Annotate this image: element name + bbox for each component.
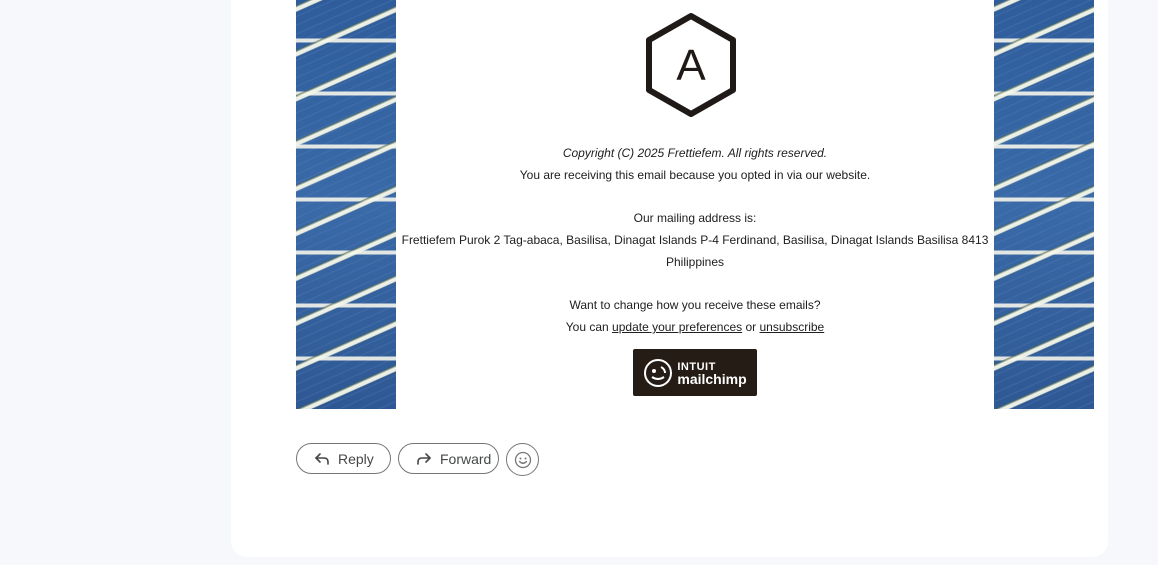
forward-button[interactable]: Forward xyxy=(398,443,499,474)
mailchimp-freddie-icon xyxy=(644,358,673,387)
solar-panel-image-left xyxy=(296,0,396,409)
reply-arrow-icon xyxy=(314,452,330,466)
mailchimp-badge[interactable]: INTUIT mailchimp xyxy=(633,349,757,396)
logo-letter: A xyxy=(676,41,706,90)
update-preferences-link[interactable]: update your preferences xyxy=(612,320,742,334)
hexagon-a-logo: A xyxy=(646,13,736,117)
address-line-1: Frettiefem Purok 2 Tag-abaca, Basilisa, … xyxy=(401,233,989,247)
mailchimp-wordmark: INTUIT mailchimp xyxy=(677,361,747,387)
copyright-text: Copyright (C) 2025 Frettiefem. All right… xyxy=(562,146,828,160)
smiley-icon xyxy=(514,451,532,469)
mailing-heading: Our mailing address is: xyxy=(633,211,757,225)
reply-button[interactable]: Reply xyxy=(296,443,391,474)
forward-label: Forward xyxy=(440,450,492,467)
reply-label: Reply xyxy=(338,450,374,467)
address-line-2: Philippines xyxy=(665,255,725,269)
you-can-text: You can xyxy=(565,320,609,334)
optin-text: You are receiving this email because you… xyxy=(519,168,871,182)
preferences-line: You can update your preferences or unsub… xyxy=(396,319,994,335)
forward-arrow-icon xyxy=(416,452,432,466)
mailchimp-text: mailchimp xyxy=(677,370,747,387)
change-question: Want to change how you receive these ema… xyxy=(569,298,821,312)
solar-panel-image-right xyxy=(994,0,1094,409)
add-reaction-button[interactable] xyxy=(506,443,539,476)
or-text: or xyxy=(745,320,757,334)
unsubscribe-link[interactable]: unsubscribe xyxy=(760,320,825,334)
email-footer: A Copyright (C) 2025 Frettiefem. All rig… xyxy=(396,0,994,409)
